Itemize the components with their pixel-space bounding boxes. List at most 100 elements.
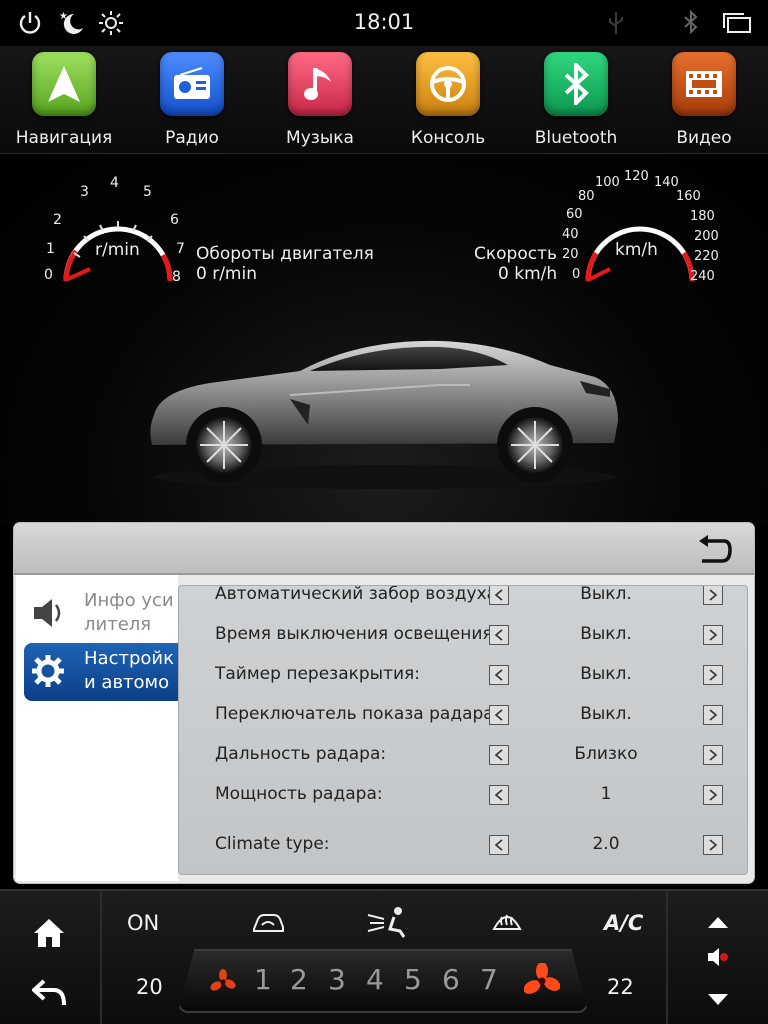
setting-label: Время выключения освещения:: [215, 624, 499, 644]
decrease-button[interactable]: [489, 705, 509, 725]
navigation-arrow-icon: [32, 52, 96, 116]
speed-value: 0 km/h: [498, 264, 558, 284]
home-icon[interactable]: [32, 917, 66, 949]
increase-button[interactable]: [703, 785, 723, 805]
setting-value: Выкл.: [580, 585, 632, 604]
fan-high-icon[interactable]: [524, 963, 560, 999]
app-radio[interactable]: Радио: [128, 52, 256, 154]
mute-icon[interactable]: [706, 947, 730, 967]
setting-label: Таймер перезакрытия:: [215, 664, 420, 684]
temp-right[interactable]: 22: [607, 975, 634, 999]
temp-left[interactable]: 20: [136, 975, 163, 999]
fan-level[interactable]: 3: [328, 963, 346, 996]
chevron-right-icon: [709, 629, 718, 641]
decrease-button[interactable]: [489, 745, 509, 765]
air-direction-icon[interactable]: [364, 905, 410, 939]
speed-unit: km/h: [615, 240, 658, 260]
clock: 18:01: [353, 10, 415, 34]
fan-level[interactable]: 6: [442, 963, 460, 996]
setting-row-relock-timer: Таймер перезакрытия: Выкл.: [179, 658, 747, 694]
car-image: [150, 340, 618, 489]
decrease-button[interactable]: [489, 586, 509, 605]
fan-level[interactable]: 2: [290, 963, 308, 996]
app-label: Музыка: [286, 128, 354, 148]
recent-apps-icon[interactable]: [722, 12, 752, 34]
app-music[interactable]: Музыка: [256, 52, 384, 154]
speed-tick: 0: [572, 267, 581, 282]
fan-low-icon[interactable]: [210, 969, 236, 995]
setting-value: 2.0: [592, 834, 620, 854]
climate-power-button[interactable]: ON: [127, 911, 159, 935]
rpm-tick: 3: [80, 184, 89, 200]
fan-level[interactable]: 5: [404, 963, 422, 996]
rpm-tick: 2: [53, 212, 62, 228]
decrease-button[interactable]: [489, 625, 509, 645]
setting-value: Близко: [574, 744, 638, 764]
sidebar-item-car-settings[interactable]: Настройки автомо: [24, 643, 180, 701]
chevron-left-icon: [494, 669, 503, 681]
bluetooth-icon: [544, 52, 608, 116]
app-label: Навигация: [15, 128, 113, 148]
increase-button[interactable]: [703, 665, 723, 685]
increase-button[interactable]: [703, 625, 723, 645]
steering-wheel-icon: [416, 52, 480, 116]
back-return-icon[interactable]: [696, 535, 732, 565]
fan-level[interactable]: 1: [254, 963, 272, 996]
app-video[interactable]: Видео: [640, 52, 768, 154]
status-bar: ★ 18:01: [0, 0, 768, 46]
windshield-defrost-icon[interactable]: [492, 909, 522, 933]
film-icon: [672, 52, 736, 116]
app-label: Консоль: [410, 128, 486, 148]
volume-down-icon[interactable]: [706, 993, 730, 1007]
speed-tick: 80: [578, 189, 595, 204]
volume-up-icon[interactable]: [706, 915, 730, 929]
chevron-right-icon: [709, 709, 718, 721]
back-arrow-icon[interactable]: [32, 979, 66, 1007]
gear-icon: [32, 655, 64, 687]
decrease-button[interactable]: [489, 785, 509, 805]
speed-tick: 20: [562, 247, 579, 262]
speed-tick: 100: [595, 175, 620, 190]
increase-button[interactable]: [703, 835, 723, 855]
dashboard: r/min 0 1 2 3 4 5 6 7 8 Обороты двигател…: [0, 155, 768, 525]
speed-title: Скорость: [474, 244, 557, 264]
fan-level[interactable]: 7: [480, 963, 498, 996]
increase-button[interactable]: [703, 705, 723, 725]
speaker-icon: [34, 599, 61, 627]
setting-label: Дальность радара:: [215, 744, 387, 764]
ac-button[interactable]: A/C: [604, 911, 643, 935]
speed-tick: 120: [624, 169, 649, 184]
chevron-left-icon: [494, 629, 503, 641]
rpm-tick: 8: [172, 269, 181, 285]
settings-list: Автоматический забор воздуха: Выкл. Врем…: [178, 585, 748, 875]
speed-tick: 180: [690, 209, 715, 224]
sidebar-item-label: Настройки автомо: [84, 648, 174, 693]
air-recirculation-icon[interactable]: [250, 909, 286, 935]
speed-tick: 200: [694, 229, 719, 244]
chevron-left-icon: [494, 839, 503, 851]
decrease-button[interactable]: [489, 665, 509, 685]
fan-level[interactable]: 4: [366, 963, 384, 996]
increase-button[interactable]: [703, 586, 723, 605]
setting-label: Climate type:: [215, 834, 330, 854]
setting-row-air-intake: Автоматический забор воздуха: Выкл.: [179, 585, 747, 614]
setting-label: Автоматический забор воздуха:: [215, 585, 503, 604]
app-label: Bluetooth: [534, 128, 618, 148]
app-console[interactable]: Консоль: [384, 52, 512, 154]
rpm-tick: 4: [110, 175, 119, 191]
speed-tick: 240: [690, 269, 715, 284]
decrease-button[interactable]: [489, 835, 509, 855]
rpm-unit: r/min: [95, 240, 140, 260]
setting-value: Выкл.: [580, 664, 632, 684]
chevron-right-icon: [709, 669, 718, 681]
radio-icon: [160, 52, 224, 116]
settings-panel: Инфо усилителя Настройки автомо Автомати…: [14, 523, 754, 883]
app-bluetooth[interactable]: Bluetooth: [512, 52, 640, 154]
app-label: Видео: [676, 128, 732, 148]
increase-button[interactable]: [703, 745, 723, 765]
app-navigation[interactable]: Навигация: [0, 52, 128, 154]
setting-label: Переключатель показа радара:: [215, 704, 500, 724]
sidebar-item-amplifier[interactable]: Инфо усилителя: [24, 585, 180, 643]
rpm-tick: 7: [176, 241, 185, 257]
speed-tick: 220: [694, 249, 719, 264]
